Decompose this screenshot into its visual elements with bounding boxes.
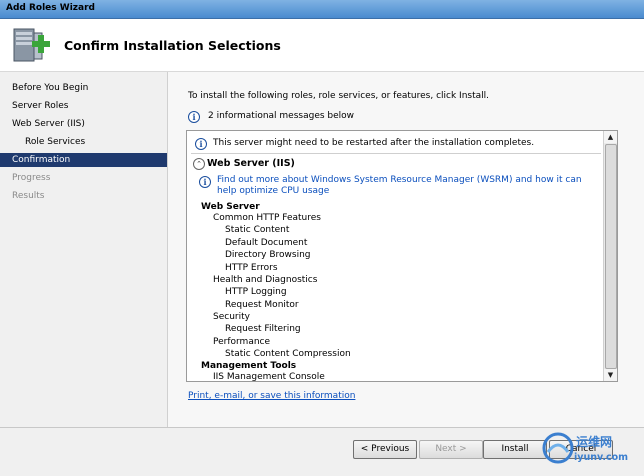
info-icon: i [195, 138, 207, 150]
nav-step-web-server-iis[interactable]: Web Server (IIS) [0, 117, 167, 131]
nav-step-results: Results [0, 189, 167, 203]
server-add-icon [13, 28, 50, 62]
nav-step-label: Web Server (IIS) [12, 119, 85, 129]
watermark-url: iyunv.com [574, 452, 629, 463]
nav-step-label: Role Services [25, 137, 86, 147]
nav-step-progress: Progress [0, 171, 167, 185]
nav-step-server-roles[interactable]: Server Roles [0, 99, 167, 113]
restart-message: i This server might need to be restarted… [195, 137, 603, 151]
tree-item: Request Filtering [225, 324, 301, 334]
nav-step-label: Before You Begin [12, 83, 89, 93]
tree-item: Directory Browsing [225, 250, 311, 260]
nav-step-label: Progress [12, 173, 51, 183]
section-title: Web Server (IIS) [207, 158, 295, 169]
tree-item: Health and Diagnostics [213, 275, 318, 285]
scroll-up-icon[interactable]: ▲ [604, 131, 617, 143]
tree-item: Default Document [225, 238, 308, 248]
vertical-scrollbar[interactable]: ▲ ▼ [603, 131, 617, 381]
restart-message-text: This server might need to be restarted a… [213, 138, 535, 148]
watermark-cn: 运维网 [576, 435, 613, 449]
scroll-thumb[interactable] [605, 144, 617, 369]
scroll-down-icon[interactable]: ▼ [604, 369, 617, 381]
nav-step-before-you-begin[interactable]: Before You Begin [0, 81, 167, 95]
tree-item: Request Monitor [225, 300, 299, 310]
tree-item: HTTP Logging [225, 287, 287, 297]
watermark-logo-icon [542, 432, 574, 464]
divider [191, 153, 601, 154]
tree-item: IIS Management Console [213, 372, 325, 381]
nav-step-confirmation[interactable]: Confirmation [0, 153, 167, 167]
page-title: Confirm Installation Selections [64, 38, 281, 53]
collapse-icon[interactable]: ⌃ [193, 158, 205, 170]
nav-step-label: Results [12, 191, 45, 201]
site-watermark: 运维网 iyunv.com [540, 430, 640, 470]
tree-item: Common HTTP Features [213, 213, 321, 223]
wsrm-link[interactable]: Find out more about Windows System Resou… [217, 175, 595, 197]
next-button: Next > [419, 440, 483, 459]
install-button[interactable]: Install [483, 440, 547, 459]
info-summary-text: 2 informational messages below [208, 111, 355, 121]
intro-text: To install the following roles, role ser… [188, 91, 489, 101]
print-email-save-link[interactable]: Print, e-mail, or save this information [188, 391, 355, 401]
tree-item: HTTP Errors [225, 263, 278, 273]
info-icon: i [188, 111, 200, 123]
wizard-step-nav: Before You Begin Server Roles Web Server… [0, 72, 167, 427]
wsrm-info: i Find out more about Windows System Res… [199, 175, 595, 199]
tree-item: Static Content Compression [225, 349, 351, 359]
wizard-header: Confirm Installation Selections [0, 19, 644, 72]
confirmation-panel: To install the following roles, role ser… [168, 72, 644, 427]
title-bar[interactable]: Add Roles Wizard [0, 0, 644, 19]
previous-button[interactable]: < Previous [353, 440, 417, 459]
selections-listbox[interactable]: i This server might need to be restarted… [186, 130, 618, 382]
tree-item: Performance [213, 337, 271, 347]
window-title: Add Roles Wizard [6, 3, 95, 13]
nav-step-label: Server Roles [12, 101, 69, 111]
selections-list-content: i This server might need to be restarted… [187, 131, 603, 381]
tree-item: Security [213, 312, 250, 322]
add-roles-wizard-window: Add Roles Wizard Confirm Installation Se… [0, 0, 644, 476]
nav-step-label: Confirmation [12, 155, 71, 165]
tree-item: Static Content [225, 225, 290, 235]
info-icon: i [199, 176, 211, 188]
nav-step-role-services[interactable]: Role Services [0, 135, 167, 149]
